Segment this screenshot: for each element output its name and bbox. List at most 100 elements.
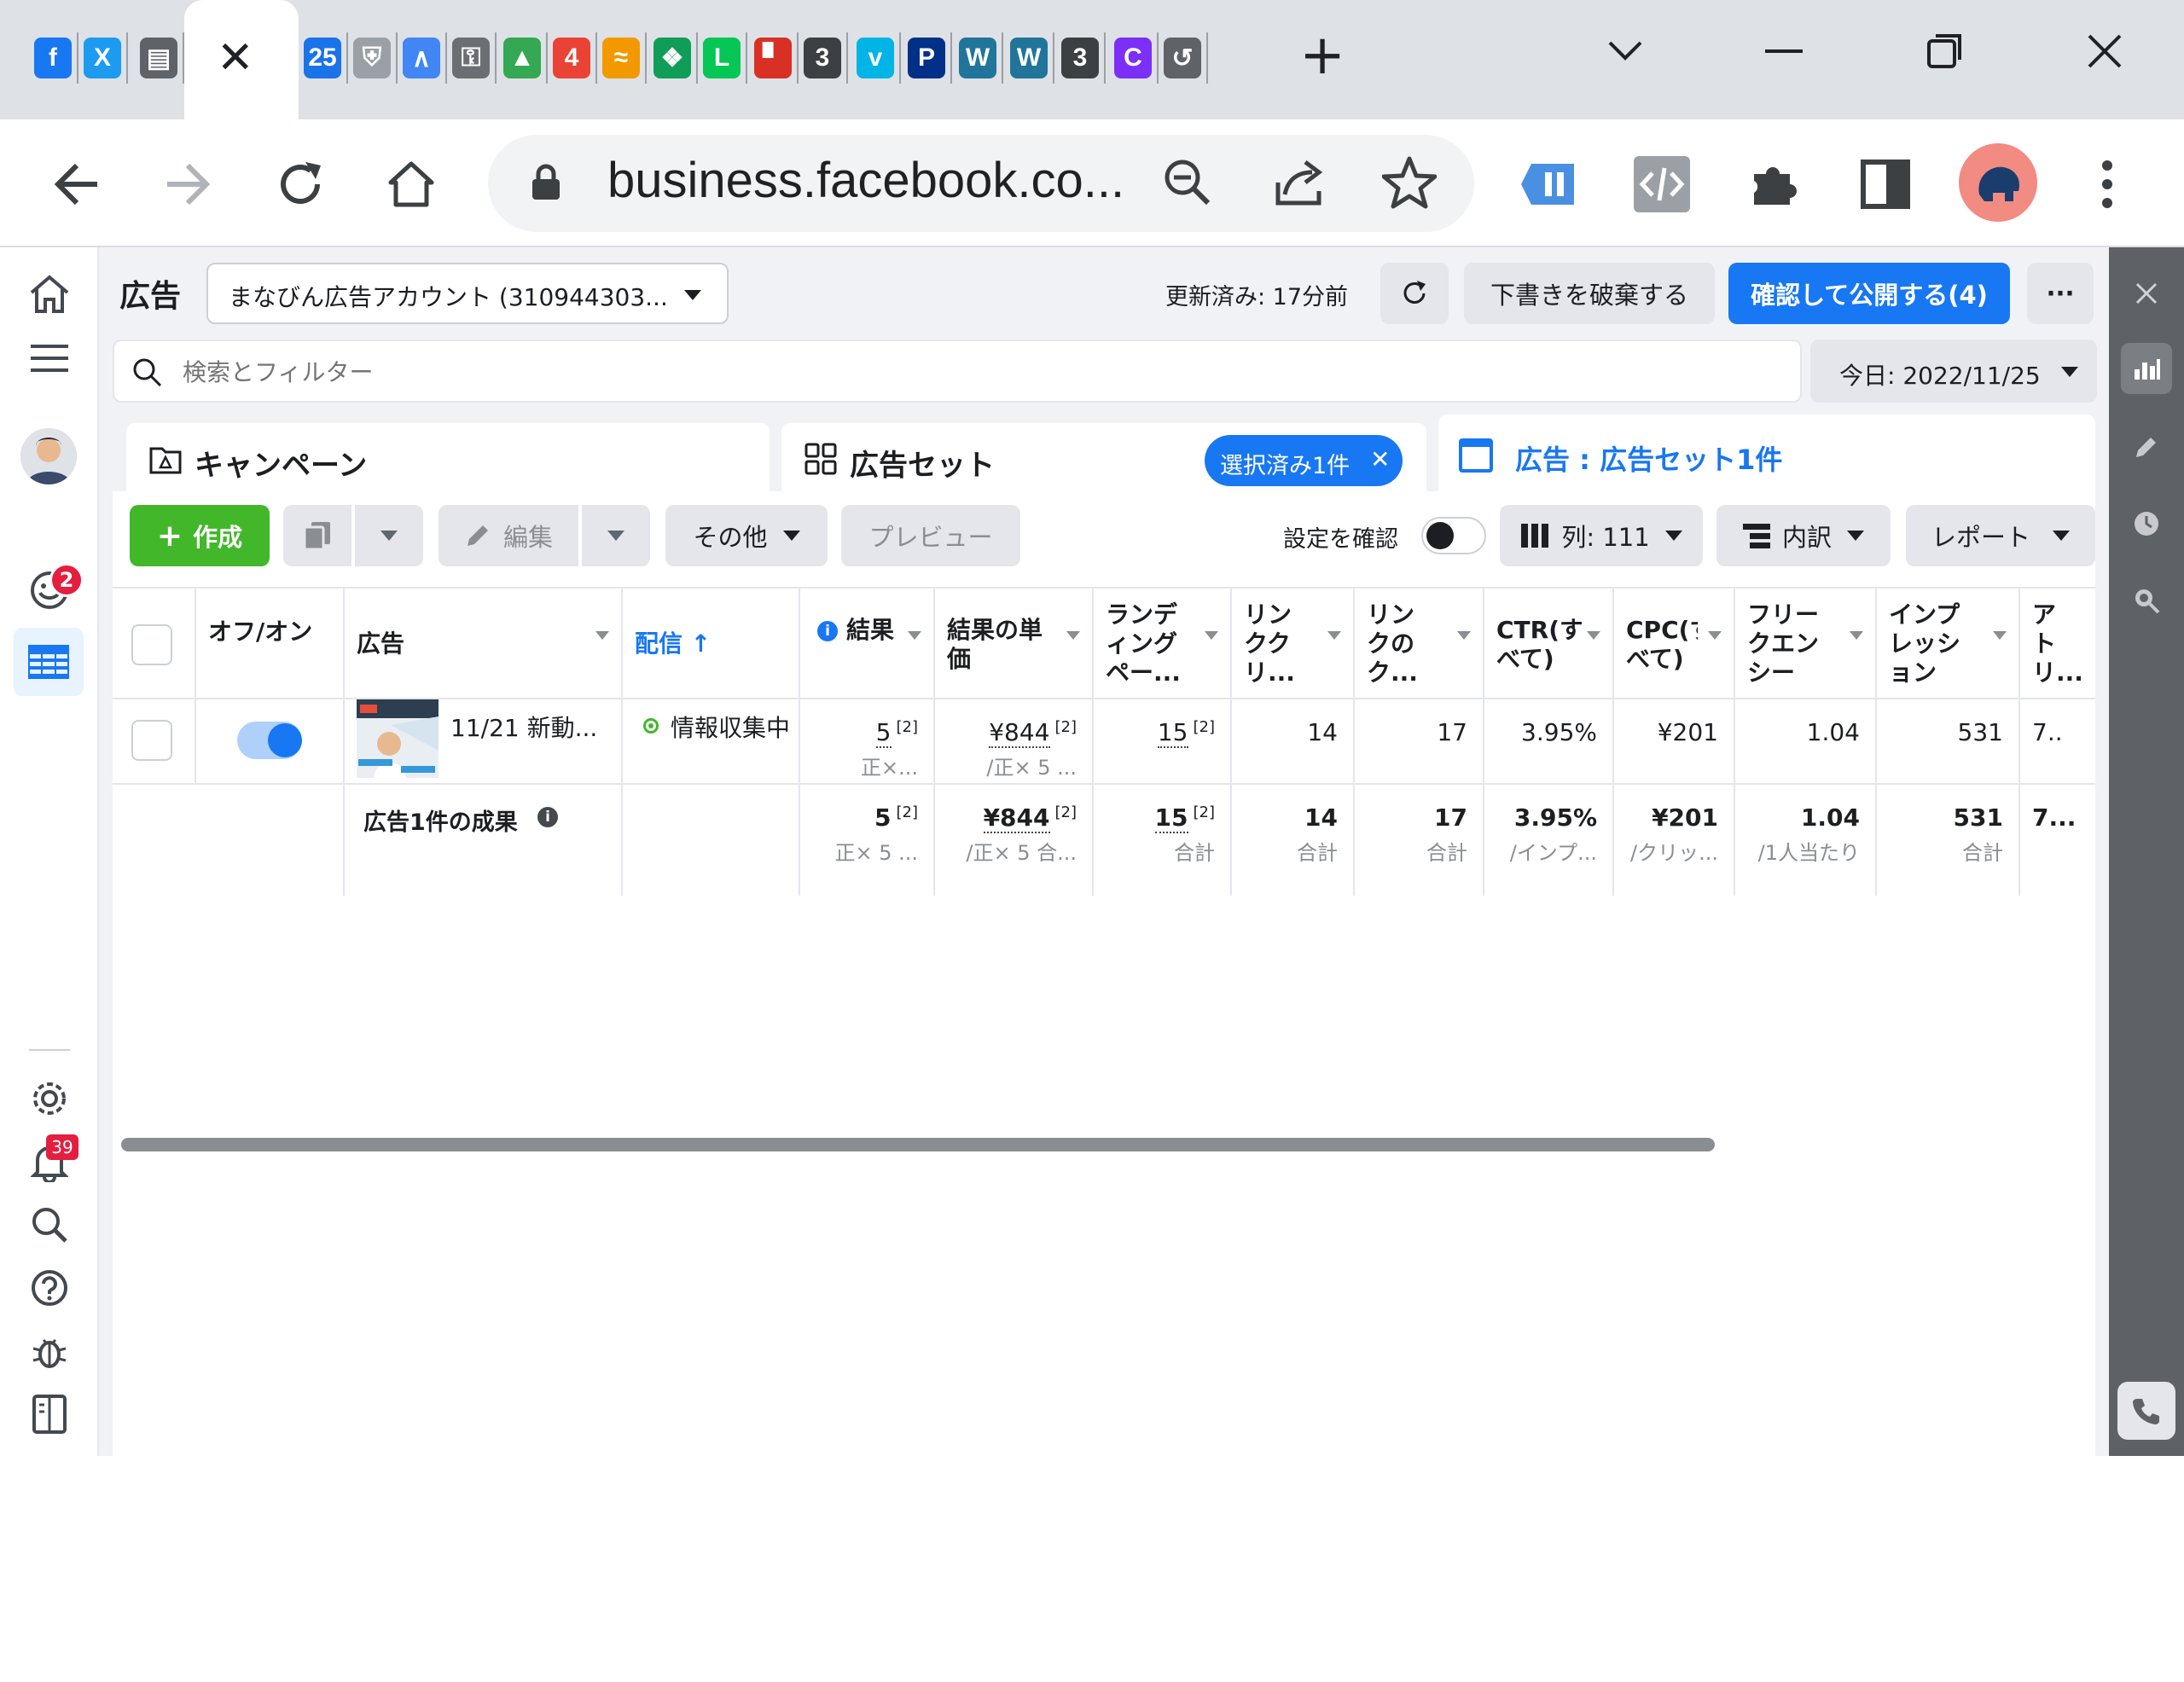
edit-pencil-icon[interactable] bbox=[2121, 421, 2172, 473]
close-window-icon[interactable] bbox=[2066, 17, 2143, 85]
on-off-toggle[interactable] bbox=[268, 723, 302, 757]
browser-tab-14[interactable]: 3 bbox=[800, 22, 845, 94]
header-ad-name[interactable]: 広告 bbox=[345, 589, 623, 699]
reports-button[interactable]: レポート bbox=[1906, 505, 2095, 566]
minimize-icon[interactable] bbox=[1745, 17, 1822, 85]
columns-button[interactable]: 列: 111 bbox=[1500, 505, 1703, 566]
search-filter-bar[interactable] bbox=[113, 339, 1802, 403]
edit-button[interactable]: 編集 bbox=[439, 505, 578, 566]
panel-toggle-icon[interactable] bbox=[20, 1385, 78, 1443]
ads-manager-table-icon[interactable] bbox=[14, 628, 84, 696]
browser-tab-18[interactable]: W bbox=[1007, 22, 1051, 94]
header-onoff[interactable]: オフ/オン bbox=[196, 589, 345, 699]
browser-tab-15[interactable]: v bbox=[853, 22, 897, 94]
new-tab-button[interactable]: + bbox=[1295, 24, 1350, 96]
header-cpc[interactable]: CPC(すべて) bbox=[1614, 589, 1735, 699]
create-button[interactable]: + 作成 bbox=[130, 505, 270, 566]
browser-tab-13[interactable]: ▘ bbox=[751, 22, 795, 94]
header-landing-page-views[interactable]: ランディングペー... bbox=[1094, 589, 1232, 699]
review-settings-toggle[interactable] bbox=[1421, 517, 1486, 554]
more-options-button[interactable]: ··· bbox=[2027, 263, 2094, 324]
share-icon[interactable] bbox=[1273, 157, 1326, 212]
search-input[interactable] bbox=[183, 350, 1761, 394]
history-clock-icon[interactable] bbox=[2121, 498, 2172, 549]
more-actions-button[interactable]: その他 bbox=[665, 505, 828, 566]
help-icon[interactable] bbox=[20, 1259, 78, 1317]
inspect-search-icon[interactable] bbox=[2121, 575, 2172, 626]
active-tab[interactable]: ✕ bbox=[184, 0, 299, 119]
chrome-menu-icon[interactable] bbox=[2073, 150, 2141, 218]
tab-search-icon[interactable] bbox=[1587, 17, 1664, 85]
restore-icon[interactable] bbox=[1906, 17, 1983, 85]
browser-tab-11[interactable]: ❖ bbox=[650, 22, 694, 94]
close-panel-icon[interactable] bbox=[2121, 268, 2172, 319]
extensions-puzzle-icon[interactable] bbox=[1739, 150, 1807, 218]
settings-gear-icon[interactable] bbox=[20, 1070, 78, 1128]
chart-panel-icon[interactable] bbox=[2121, 343, 2172, 394]
header-cost-per-result[interactable]: 結果の単価 bbox=[935, 589, 1094, 699]
browser-tab-1[interactable]: f bbox=[31, 22, 75, 94]
home-icon[interactable] bbox=[377, 150, 445, 218]
account-selector[interactable]: まなびん広告アカウント (310944303... bbox=[206, 263, 729, 324]
back-icon[interactable] bbox=[43, 150, 111, 218]
phone-support-icon[interactable] bbox=[2117, 1382, 2175, 1440]
selected-filter-chip[interactable]: 選択済み1件 ✕ bbox=[1205, 435, 1403, 486]
horizontal-scrollbar[interactable] bbox=[121, 1138, 1715, 1151]
duplicate-button[interactable] bbox=[283, 505, 351, 566]
browser-tab-8[interactable]: ▲ bbox=[500, 22, 544, 94]
bookmark-star-icon[interactable] bbox=[1381, 155, 1438, 213]
browser-tab-4[interactable]: 25 bbox=[300, 22, 345, 94]
ad-thumbnail[interactable] bbox=[357, 699, 439, 778]
browser-tab-2[interactable]: X bbox=[80, 22, 125, 94]
reload-icon[interactable] bbox=[266, 150, 334, 218]
header-frequency[interactable]: フリークエンシー bbox=[1735, 589, 1877, 699]
refresh-button[interactable] bbox=[1380, 263, 1449, 324]
browser-tab-3[interactable]: ▤ bbox=[136, 22, 181, 94]
edit-dropdown[interactable] bbox=[582, 505, 650, 566]
forward-icon[interactable] bbox=[154, 150, 222, 218]
header-link-clicks[interactable]: リンククリ... bbox=[1232, 589, 1355, 699]
browser-tab-19[interactable]: 3 bbox=[1058, 22, 1102, 94]
breakdown-button[interactable]: 内訳 bbox=[1716, 505, 1891, 566]
header-delivery[interactable]: 配信 ↑ bbox=[623, 589, 800, 699]
browser-tab-9[interactable]: 4 bbox=[549, 22, 594, 94]
date-picker[interactable]: 今日: 2022/11/25 bbox=[1810, 339, 2097, 403]
zoom-out-icon[interactable] bbox=[1162, 157, 1213, 212]
close-tab-icon[interactable]: ✕ bbox=[217, 32, 254, 84]
lock-icon[interactable] bbox=[531, 164, 561, 205]
header-impressions[interactable]: インプレッション bbox=[1877, 589, 2020, 699]
info-icon[interactable]: i bbox=[817, 621, 838, 641]
home-icon[interactable] bbox=[20, 264, 78, 322]
ad-name[interactable]: 11/21 新動... bbox=[450, 710, 597, 744]
browser-tab-16[interactable]: P bbox=[904, 22, 949, 94]
browser-tab-12[interactable]: L bbox=[700, 22, 744, 94]
browser-tab-20[interactable]: C bbox=[1111, 22, 1155, 94]
browser-tab-21[interactable]: ↺ bbox=[1160, 22, 1205, 94]
browser-tab-10[interactable]: ≈ bbox=[599, 22, 643, 94]
bug-report-icon[interactable] bbox=[20, 1322, 78, 1380]
search-icon[interactable] bbox=[20, 1196, 78, 1254]
header-ctr[interactable]: CTR(すべて) bbox=[1484, 589, 1614, 699]
table-row[interactable]: 11/21 新動... 情報収集中 5 [2] 正×... ¥844 [2] /正× 5… bbox=[113, 699, 2095, 785]
header-attribution[interactable]: アトリ... bbox=[2020, 589, 2095, 699]
row-checkbox[interactable] bbox=[131, 720, 172, 761]
menu-icon[interactable] bbox=[20, 329, 78, 387]
close-icon[interactable]: ✕ bbox=[1370, 445, 1390, 473]
side-panel-icon[interactable] bbox=[1851, 150, 1920, 218]
preview-button[interactable]: プレビュー bbox=[841, 505, 1020, 566]
address-bar[interactable]: business.facebook.co... bbox=[488, 135, 1474, 232]
select-all-checkbox[interactable] bbox=[131, 624, 172, 665]
duplicate-dropdown[interactable] bbox=[355, 505, 423, 566]
browser-tab-17[interactable]: W bbox=[956, 22, 1000, 94]
browser-tab-5[interactable]: ⛨ bbox=[350, 22, 394, 94]
extension-code-icon[interactable] bbox=[1628, 150, 1696, 218]
header-link-click2[interactable]: リンクのク... bbox=[1355, 589, 1484, 699]
extension-reader-icon[interactable] bbox=[1515, 150, 1583, 218]
avatar[interactable] bbox=[20, 428, 77, 484]
browser-tab-7[interactable]: ⚿ bbox=[449, 22, 493, 94]
browser-tab-6[interactable]: ∧ bbox=[399, 22, 444, 94]
header-results[interactable]: i 結果 bbox=[800, 589, 935, 699]
info-icon[interactable]: i bbox=[537, 807, 558, 827]
profile-avatar[interactable] bbox=[1959, 143, 2037, 222]
review-publish-button[interactable]: 確認して公開する(4) bbox=[1728, 263, 2010, 324]
